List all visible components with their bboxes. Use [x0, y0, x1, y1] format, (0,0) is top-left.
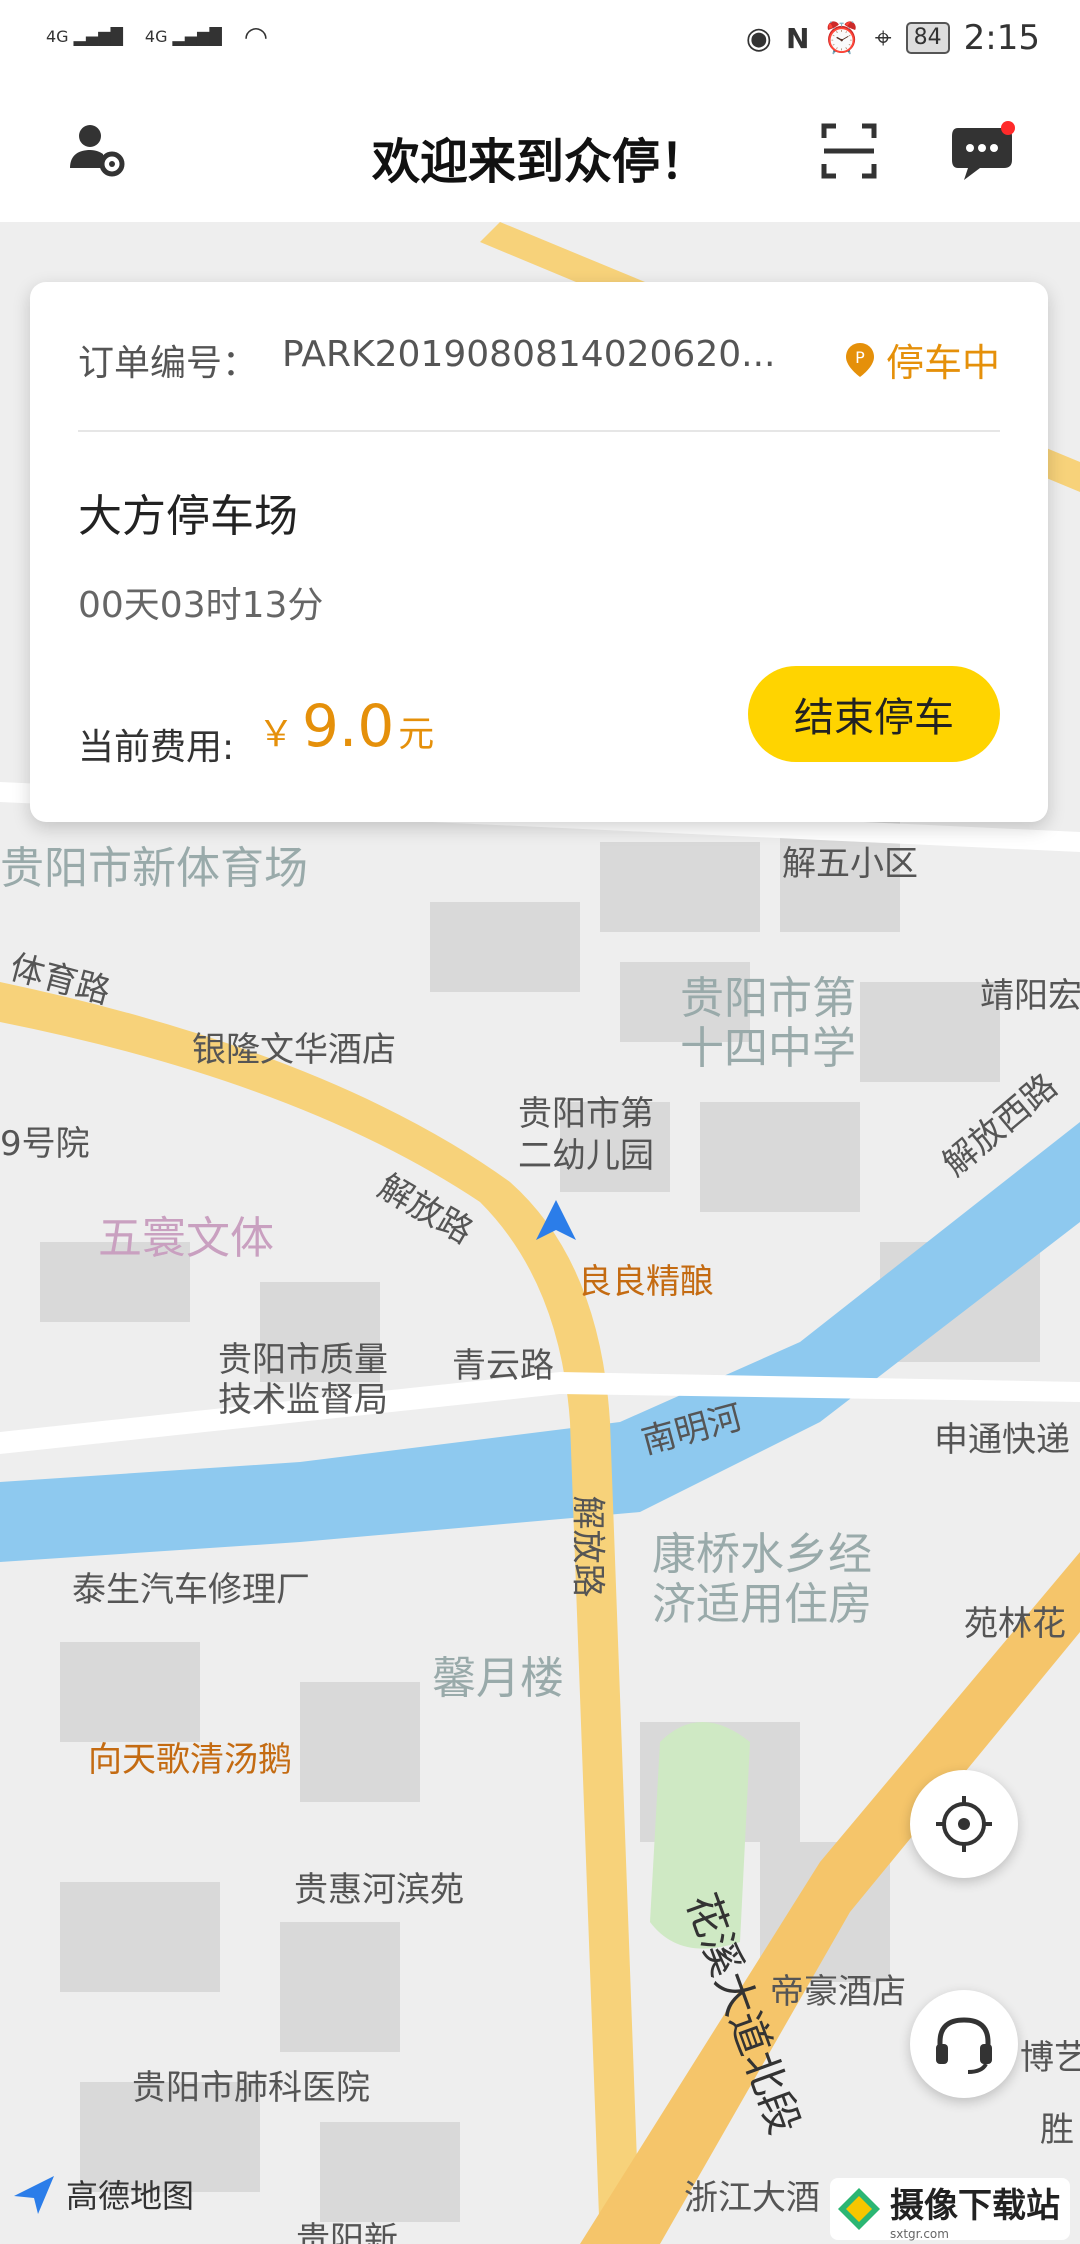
current-fee: ￥ 9.0 元: [258, 692, 434, 760]
map-label: 靖阳宏: [980, 976, 1080, 1016]
wifi-icon: ◠: [243, 20, 269, 53]
signal-indicators: 4G ▂▄▆█ 4G ▂▄▆█ ◠: [46, 20, 268, 53]
locate-button[interactable]: [910, 1770, 1018, 1878]
map-label: 解放路: [567, 1495, 608, 1598]
map-label: 帝豪酒店: [770, 1972, 906, 2012]
signal-icon: 4G ▂▄▆█: [144, 27, 222, 46]
map-label: 馨月楼: [432, 1653, 564, 1704]
map-label: 泰生汽车修理厂: [72, 1570, 310, 1610]
watermark: 摄像下载站 sxtgr.com: [830, 2178, 1070, 2241]
map-label: 贵阳市肺科医院: [132, 2068, 370, 2108]
map-label: 十四中学: [680, 1023, 856, 1074]
fee-amount: 9.0: [302, 692, 395, 760]
eye-icon: ◉: [745, 20, 772, 56]
fee-label: 当前费用:: [78, 727, 235, 768]
app-header: 欢迎来到众停！: [0, 84, 1080, 222]
map-label: 技术监督局: [218, 1380, 388, 1420]
parking-duration: 00天03时13分: [78, 585, 324, 626]
currency-symbol: ￥: [258, 714, 295, 755]
map-provider-logo: 高德地图: [10, 2170, 194, 2218]
clock: 2:15: [963, 18, 1040, 58]
fee-unit: 元: [398, 714, 435, 755]
map-label: 五寰文体: [98, 1213, 274, 1264]
location-icon: ⌖: [874, 20, 892, 56]
map-label: 青云路: [452, 1346, 554, 1386]
map-label: 苑林花: [964, 1604, 1066, 1644]
headset-icon: [936, 2017, 992, 2074]
nfc-icon: N: [785, 21, 810, 55]
map-label: 二幼儿园: [518, 1136, 654, 1176]
card-divider: [78, 430, 1000, 432]
watermark-sub: sxtgr.com: [890, 2226, 949, 2241]
map-label: 良良精酿: [578, 1262, 714, 1302]
watermark-logo-icon: [838, 2188, 880, 2230]
map-label: 贵惠河滨苑: [294, 1870, 464, 1910]
order-number: PARK2019080814020620...: [282, 334, 776, 375]
map-label: 向天歌清汤鹅: [88, 1740, 292, 1780]
status-right: ◉ N ⏰ ⌖ 84 2:15: [746, 18, 1040, 58]
page-title: 欢迎来到众停！: [371, 134, 708, 190]
parking-lot-name: 大方停车场: [78, 491, 298, 542]
map-label: 胜: [1040, 2110, 1074, 2150]
customer-service-button[interactable]: [910, 1990, 1018, 2098]
amap-logo-icon: [14, 2176, 54, 2214]
alarm-icon: ⏰: [823, 20, 861, 56]
map-label: 济适用住房: [652, 1579, 872, 1630]
map-label: 浙江大酒: [684, 2178, 820, 2218]
signal-icon: 4G ▂▄▆█: [46, 27, 123, 46]
battery-indicator: 84: [905, 22, 950, 54]
map-label: 贵阳市新体育场: [0, 843, 308, 894]
svg-text:P: P: [855, 348, 865, 367]
map-label: 贵阳新: [296, 2220, 398, 2244]
status-badge: P 停车中: [844, 332, 1000, 387]
map-label: 银隆文华酒店: [192, 1030, 396, 1070]
scan-button[interactable]: [818, 120, 890, 192]
map-label: 解五小区: [782, 844, 918, 884]
order-number-label: 订单编号：: [78, 343, 259, 384]
scan-icon: [821, 123, 877, 179]
parking-pin-icon: P: [845, 342, 874, 377]
end-parking-button[interactable]: 结束停车: [748, 666, 1000, 762]
locate-icon: [936, 1796, 992, 1852]
chat-icon: [952, 121, 1015, 180]
map-label: 申通快递: [934, 1420, 1070, 1460]
order-card: 订单编号： PARK2019080814020620... P 停车中 大方停车…: [30, 282, 1048, 822]
watermark-text: 摄像下载站: [890, 2185, 1060, 2226]
status-bar: 4G ▂▄▆█ 4G ▂▄▆█ ◠ ◉ N ⏰ ⌖ 84 2:15: [0, 0, 1080, 84]
map-label: 9号院: [0, 1124, 90, 1164]
parking-status: 停车中: [885, 341, 1000, 385]
map-provider-name: 高德地图: [66, 2177, 195, 2215]
messages-button[interactable]: [950, 120, 1022, 192]
map-label: 博艺: [1020, 2038, 1080, 2078]
